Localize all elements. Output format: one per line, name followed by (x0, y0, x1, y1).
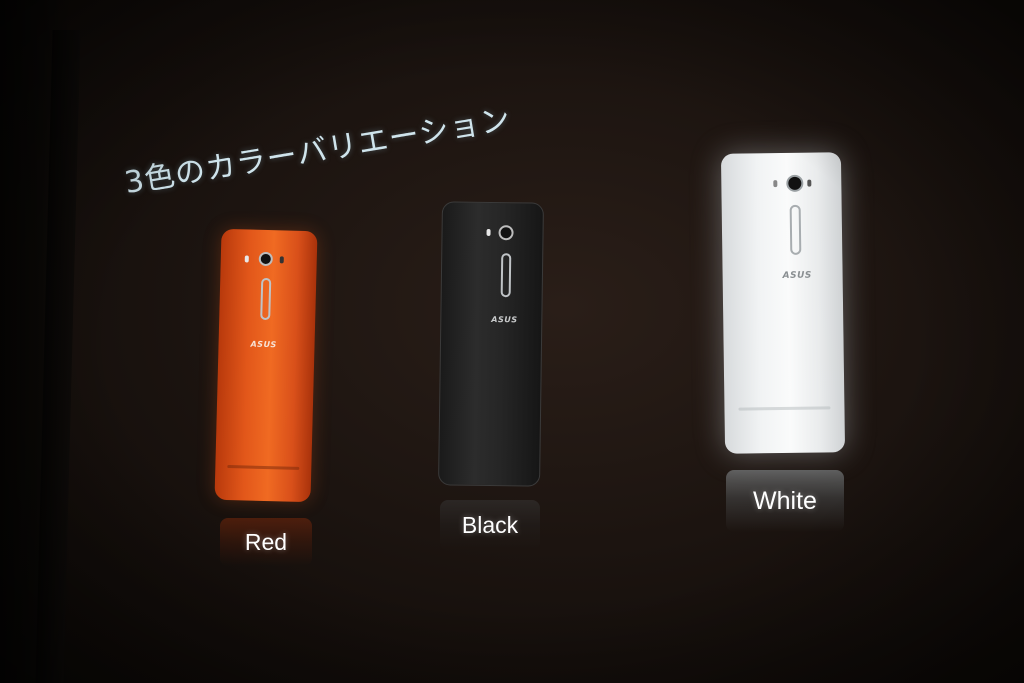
label-red: Red (220, 518, 312, 566)
camera-lens-icon (786, 174, 804, 192)
camera-lens-icon (498, 225, 514, 241)
label-white: White (726, 470, 844, 532)
phone-black: ASUS (438, 201, 544, 487)
flash-icon (773, 180, 778, 188)
phone-red: ASUS (214, 228, 318, 503)
phone-white: ASUS (720, 152, 846, 454)
volume-key-icon (789, 204, 802, 255)
sensor-icon (279, 256, 284, 264)
speaker-grille (738, 406, 831, 411)
asus-logo: ASUS (250, 339, 277, 350)
camera-lens-icon (258, 251, 273, 267)
slide-title: 3色のカラーバリエーション (122, 101, 514, 202)
label-black: Black (440, 500, 540, 550)
label-black-text: Black (461, 511, 519, 538)
volume-key-icon (500, 253, 512, 298)
flash-icon (244, 255, 249, 263)
asus-logo: ASUS (491, 315, 518, 325)
asus-logo: ASUS (782, 270, 812, 282)
speaker-grille (227, 465, 300, 470)
label-red-text: Red (244, 528, 288, 555)
sensor-icon (807, 179, 812, 187)
flash-icon (486, 228, 491, 236)
projector-screen-photo: 3色のカラーバリエーション ASUS ASUS ASUS Red Black W… (0, 0, 1024, 683)
label-white-text: White (753, 486, 817, 515)
volume-key-icon (260, 277, 272, 321)
